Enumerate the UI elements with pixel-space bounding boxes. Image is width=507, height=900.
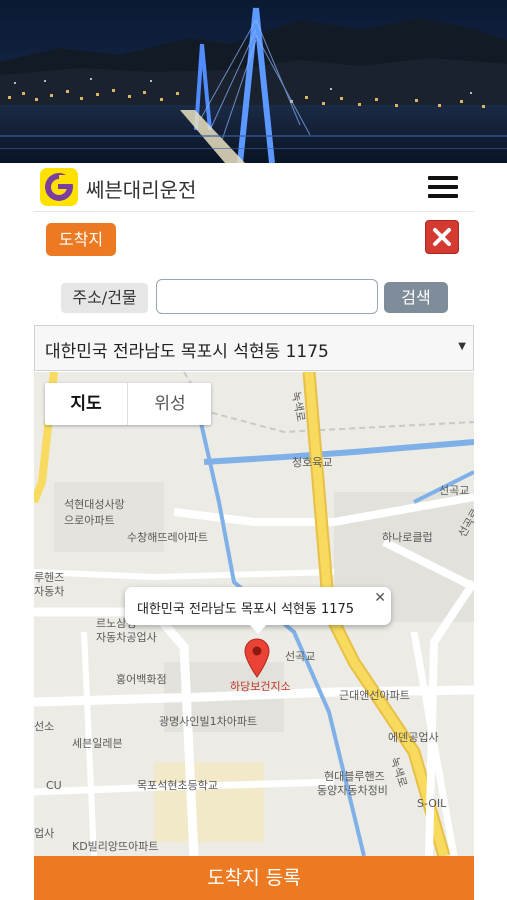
map-label: 세븐일레븐 — [72, 737, 123, 750]
map-label: 동양자동차정비 — [317, 784, 388, 797]
map-view[interactable]: 지도 위성 청호육교 녹색로 선곡교 석현대성사랑 으로아파트 수창해뜨레아파트… — [34, 372, 474, 856]
dropdown-arrow-icon: ▼ — [458, 341, 466, 352]
map-label: 청호육교 — [292, 456, 333, 469]
app-title: 쎄븐대리운전 — [86, 178, 197, 202]
main-panel: 쎄븐대리운전 도착지 주소/건물 검색 대한민국 전라남도 목포시 석현동 11… — [34, 163, 474, 900]
info-window-close-icon[interactable]: ✕ — [374, 590, 386, 606]
map-label: S-OIL — [417, 797, 447, 810]
map-label: 광명사인빌1차아파트 — [159, 715, 258, 728]
map-label: 선곡교 — [285, 650, 316, 663]
map-label: 선곡교 — [439, 484, 470, 497]
map-label: 자동차 — [34, 585, 65, 598]
map-label: 하당보건지소 — [230, 680, 291, 693]
address-select-value: 대한민국 전라남도 목포시 석현동 1175 — [45, 342, 329, 362]
hero-banner — [0, 0, 507, 163]
map-label: 하나로클럽 — [382, 531, 433, 544]
search-type-label: 주소/건물 — [61, 283, 148, 313]
tab-map[interactable]: 지도 — [45, 383, 127, 425]
hamburger-menu-icon[interactable] — [426, 174, 460, 200]
map-info-window: 대한민국 전라남도 목포시 석현동 1175 ✕ — [125, 587, 391, 634]
address-search-input[interactable] — [156, 279, 378, 314]
map-label: KD빌리앙뜨아파트 — [72, 840, 159, 853]
destination-badge: 도착지 — [46, 223, 116, 256]
info-window-address: 대한민국 전라남도 목포시 석현동 1175 — [137, 602, 355, 617]
address-select[interactable]: 대한민국 전라남도 목포시 석현동 1175 ▼ — [34, 325, 474, 371]
night-bridge-image — [0, 0, 507, 163]
close-button[interactable] — [425, 220, 459, 254]
search-button[interactable]: 검색 — [384, 282, 448, 313]
map-type-toggle: 지도 위성 — [45, 383, 211, 425]
map-label: 목포석현초등학교 — [137, 779, 218, 792]
map-label: 수창해뜨레아파트 — [127, 531, 208, 544]
map-label: 자동차공업사 — [96, 631, 157, 644]
map-label: 으로아파트 — [64, 514, 115, 527]
close-icon — [433, 228, 451, 246]
register-destination-button[interactable]: 도착지 등록 — [34, 856, 474, 900]
app-header: 쎄븐대리운전 — [34, 163, 474, 212]
map-label: 선소 — [34, 720, 55, 733]
app-logo — [40, 168, 78, 206]
map-label: 업사 — [34, 827, 55, 840]
map-label: 에덴공업사 — [388, 731, 439, 744]
map-label: 근대앤선아파트 — [339, 689, 410, 702]
map-label: 홍어백화점 — [116, 673, 167, 686]
map-label: 석현대성사랑 — [64, 498, 125, 511]
tab-satellite[interactable]: 위성 — [127, 383, 212, 425]
map-label: CU — [46, 779, 62, 792]
